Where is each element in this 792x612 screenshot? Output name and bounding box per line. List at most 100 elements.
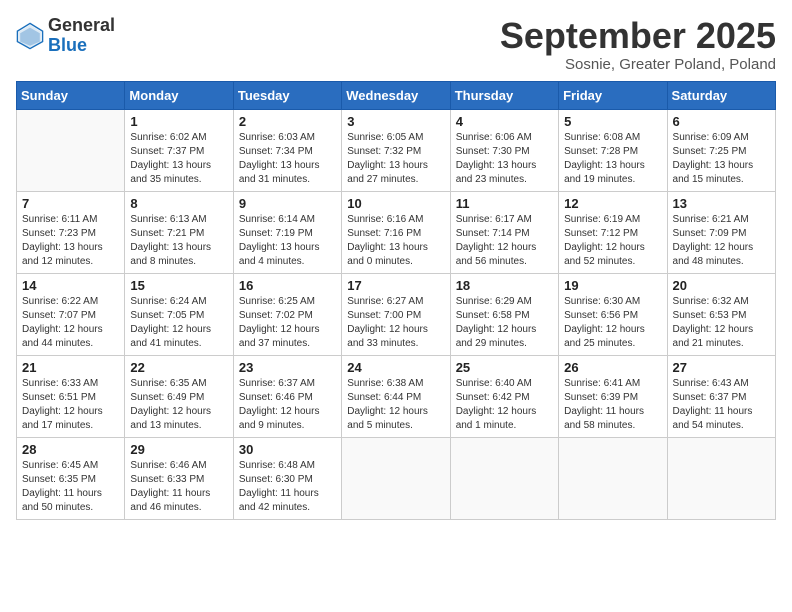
day-cell: 22 Sunrise: 6:35 AMSunset: 6:49 PMDayligh… [125, 355, 233, 437]
day-cell: 17Sunrise: 6:27 AMSunset: 7:00 PMDayligh… [342, 273, 450, 355]
day-cell: 1 Sunrise: 6:02 AMSunset: 7:37 PMDaylight… [125, 109, 233, 191]
day-cell: 10Sunrise: 6:16 AMSunset: 7:16 PMDayligh… [342, 191, 450, 273]
day-number: 15 [130, 278, 227, 293]
day-cell: 7 Sunrise: 6:11 AMSunset: 7:23 PMDaylight… [17, 191, 125, 273]
day-number: 14 [22, 278, 119, 293]
day-info: Sunrise: 6:11 AMSunset: 7:23 PMDaylight:… [22, 213, 119, 269]
day-cell: 27 Sunrise: 6:43 AMSunset: 6:37 PMDayligh… [667, 355, 775, 437]
logo-text: General Blue [48, 16, 115, 56]
day-info: Sunrise: 6:17 AMSunset: 7:14 PMDaylight:… [456, 213, 553, 269]
day-cell: 2 Sunrise: 6:03 AMSunset: 7:34 PMDaylight… [233, 109, 341, 191]
day-info: Sunrise: 6:05 AMSunset: 7:32 PMDaylight:… [347, 131, 444, 187]
day-info: Sunrise: 6:22 AMSunset: 7:07 PMDaylight:… [22, 295, 119, 351]
day-cell [17, 109, 125, 191]
day-cell: 19 Sunrise: 6:30 AMSunset: 6:56 PMDayligh… [559, 273, 667, 355]
page-header: General Blue September 2025 Sosnie, Grea… [16, 16, 776, 73]
day-cell [342, 437, 450, 519]
day-number: 20 [673, 278, 770, 293]
day-cell: 20 Sunrise: 6:32 AMSunset: 6:53 PMDayligh… [667, 273, 775, 355]
day-info: Sunrise: 6:40 AMSunset: 6:42 PMDaylight:… [456, 377, 553, 433]
day-number: 13 [673, 196, 770, 211]
day-info: Sunrise: 6:30 AMSunset: 6:56 PMDaylight:… [564, 295, 661, 351]
day-cell: 28Sunrise: 6:45 AMSunset: 6:35 PMDayligh… [17, 437, 125, 519]
logo: General Blue [16, 16, 115, 56]
day-info: Sunrise: 6:25 AMSunset: 7:02 PMDaylight:… [239, 295, 336, 351]
day-number: 19 [564, 278, 661, 293]
day-cell: 18Sunrise: 6:29 AMSunset: 6:58 PMDayligh… [450, 273, 558, 355]
day-info: Sunrise: 6:45 AMSunset: 6:35 PMDaylight:… [22, 459, 119, 515]
day-cell: 23Sunrise: 6:37 AMSunset: 6:46 PMDayligh… [233, 355, 341, 437]
day-cell: 5 Sunrise: 6:08 AMSunset: 7:28 PMDaylight… [559, 109, 667, 191]
day-info: Sunrise: 6:41 AMSunset: 6:39 PMDaylight:… [564, 377, 661, 433]
day-number: 2 [239, 114, 336, 129]
day-info: Sunrise: 6:35 AMSunset: 6:49 PMDaylight:… [130, 377, 227, 433]
month-title: September 2025 [500, 16, 776, 56]
day-number: 9 [239, 196, 336, 211]
day-cell [667, 437, 775, 519]
calendar-table: SundayMondayTuesdayWednesdayThursdayFrid… [16, 81, 776, 520]
day-number: 6 [673, 114, 770, 129]
day-info: Sunrise: 6:09 AMSunset: 7:25 PMDaylight:… [673, 131, 770, 187]
day-info: Sunrise: 6:02 AMSunset: 7:37 PMDaylight:… [130, 131, 227, 187]
day-cell: 4Sunrise: 6:06 AMSunset: 7:30 PMDaylight… [450, 109, 558, 191]
day-cell [559, 437, 667, 519]
day-number: 29 [130, 442, 227, 457]
day-cell: 14 Sunrise: 6:22 AMSunset: 7:07 PMDayligh… [17, 273, 125, 355]
day-info: Sunrise: 6:03 AMSunset: 7:34 PMDaylight:… [239, 131, 336, 187]
title-area: September 2025 Sosnie, Greater Poland, P… [500, 16, 776, 73]
day-info: Sunrise: 6:08 AMSunset: 7:28 PMDaylight:… [564, 131, 661, 187]
day-cell: 11 Sunrise: 6:17 AMSunset: 7:14 PMDayligh… [450, 191, 558, 273]
day-info: Sunrise: 6:48 AMSunset: 6:30 PMDaylight:… [239, 459, 336, 515]
day-info: Sunrise: 6:33 AMSunset: 6:51 PMDaylight:… [22, 377, 119, 433]
day-info: Sunrise: 6:27 AMSunset: 7:00 PMDaylight:… [347, 295, 444, 351]
day-cell: 13Sunrise: 6:21 AMSunset: 7:09 PMDayligh… [667, 191, 775, 273]
day-info: Sunrise: 6:38 AMSunset: 6:44 PMDaylight:… [347, 377, 444, 433]
day-cell: 3 Sunrise: 6:05 AMSunset: 7:32 PMDaylight… [342, 109, 450, 191]
day-number: 18 [456, 278, 553, 293]
col-header-monday: Monday [125, 81, 233, 109]
day-cell: 9Sunrise: 6:14 AMSunset: 7:19 PMDaylight… [233, 191, 341, 273]
day-cell: 25 Sunrise: 6:40 AMSunset: 6:42 PMDayligh… [450, 355, 558, 437]
calendar-header-row: SundayMondayTuesdayWednesdayThursdayFrid… [17, 81, 776, 109]
col-header-sunday: Sunday [17, 81, 125, 109]
day-number: 27 [673, 360, 770, 375]
day-info: Sunrise: 6:46 AMSunset: 6:33 PMDaylight:… [130, 459, 227, 515]
day-cell: 21Sunrise: 6:33 AMSunset: 6:51 PMDayligh… [17, 355, 125, 437]
day-number: 7 [22, 196, 119, 211]
day-number: 10 [347, 196, 444, 211]
day-info: Sunrise: 6:37 AMSunset: 6:46 PMDaylight:… [239, 377, 336, 433]
day-cell: 30 Sunrise: 6:48 AMSunset: 6:30 PMDayligh… [233, 437, 341, 519]
week-row-4: 21Sunrise: 6:33 AMSunset: 6:51 PMDayligh… [17, 355, 776, 437]
week-row-1: 1 Sunrise: 6:02 AMSunset: 7:37 PMDaylight… [17, 109, 776, 191]
day-cell: 6 Sunrise: 6:09 AMSunset: 7:25 PMDaylight… [667, 109, 775, 191]
day-number: 22 [130, 360, 227, 375]
day-cell: 24Sunrise: 6:38 AMSunset: 6:44 PMDayligh… [342, 355, 450, 437]
week-row-5: 28Sunrise: 6:45 AMSunset: 6:35 PMDayligh… [17, 437, 776, 519]
day-info: Sunrise: 6:19 AMSunset: 7:12 PMDaylight:… [564, 213, 661, 269]
logo-blue: Blue [48, 36, 115, 56]
day-number: 3 [347, 114, 444, 129]
col-header-wednesday: Wednesday [342, 81, 450, 109]
day-number: 8 [130, 196, 227, 211]
day-cell: 8Sunrise: 6:13 AMSunset: 7:21 PMDaylight… [125, 191, 233, 273]
day-info: Sunrise: 6:06 AMSunset: 7:30 PMDaylight:… [456, 131, 553, 187]
day-info: Sunrise: 6:32 AMSunset: 6:53 PMDaylight:… [673, 295, 770, 351]
col-header-thursday: Thursday [450, 81, 558, 109]
day-number: 30 [239, 442, 336, 457]
col-header-saturday: Saturday [667, 81, 775, 109]
day-info: Sunrise: 6:24 AMSunset: 7:05 PMDaylight:… [130, 295, 227, 351]
day-number: 1 [130, 114, 227, 129]
location-subtitle: Sosnie, Greater Poland, Poland [500, 56, 776, 73]
day-info: Sunrise: 6:43 AMSunset: 6:37 PMDaylight:… [673, 377, 770, 433]
day-number: 25 [456, 360, 553, 375]
day-cell [450, 437, 558, 519]
week-row-2: 7 Sunrise: 6:11 AMSunset: 7:23 PMDaylight… [17, 191, 776, 273]
day-number: 12 [564, 196, 661, 211]
col-header-tuesday: Tuesday [233, 81, 341, 109]
day-number: 5 [564, 114, 661, 129]
day-cell: 16Sunrise: 6:25 AMSunset: 7:02 PMDayligh… [233, 273, 341, 355]
day-number: 26 [564, 360, 661, 375]
col-header-friday: Friday [559, 81, 667, 109]
week-row-3: 14 Sunrise: 6:22 AMSunset: 7:07 PMDayligh… [17, 273, 776, 355]
day-number: 11 [456, 196, 553, 211]
